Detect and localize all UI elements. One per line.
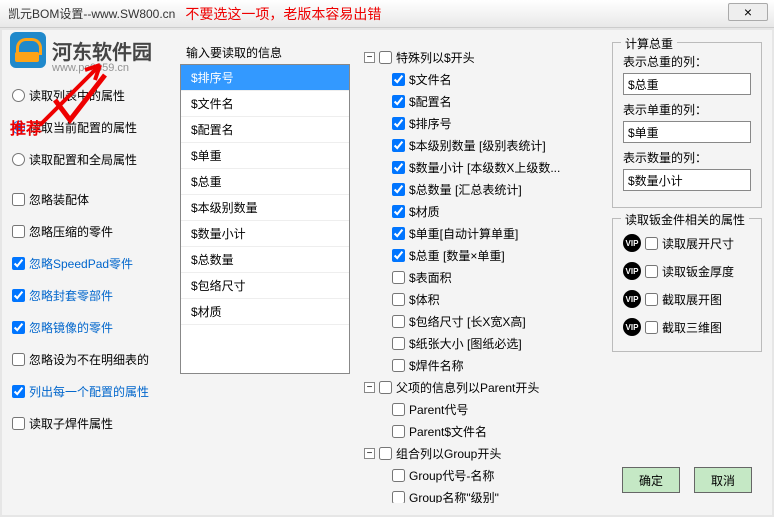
calc-weight-group: 计算总重 表示总重的列： 表示单重的列： 表示数量的列：: [612, 42, 762, 208]
check-ignore-excluded[interactable]: 忽略设为不在明细表的: [12, 344, 172, 374]
check-ignore-assembly[interactable]: 忽略装配体: [12, 184, 172, 214]
vip-option[interactable]: VIP截取三维图: [623, 313, 751, 341]
column-tree[interactable]: −特殊列以$开头 $文件名 $配置名 $排序号 $本级别数量 [级别表统计] $…: [364, 42, 600, 503]
radio-read-global[interactable]: 读取配置和全局属性: [12, 144, 172, 174]
vip-option[interactable]: VIP读取钣金厚度: [623, 257, 751, 285]
list-item[interactable]: $总重: [181, 169, 349, 195]
warning-text: 不要选这一项，老版本容易出错: [185, 4, 381, 24]
radio-read-list[interactable]: 读取列表中的属性: [12, 80, 172, 110]
vip-icon: VIP: [623, 262, 641, 280]
list-item[interactable]: $包络尺寸: [181, 273, 349, 299]
watermark: 河东软件园 www.pc0359.cn: [10, 32, 152, 68]
check-read-weldment[interactable]: 读取子焊件属性: [12, 408, 172, 438]
logo-icon: [10, 32, 46, 68]
field-listbox[interactable]: $排序号 $文件名 $配置名 $单重 $总重 $本级别数量 $数量小计 $总数量…: [180, 64, 350, 374]
close-button[interactable]: ×: [728, 3, 768, 21]
list-item[interactable]: $本级别数量: [181, 195, 349, 221]
tree-toggle-icon[interactable]: −: [364, 382, 375, 393]
check-ignore-envelope[interactable]: 忽略封套零部件: [12, 280, 172, 310]
tree-toggle-icon[interactable]: −: [364, 52, 375, 63]
watermark-url: www.pc0359.cn: [52, 62, 129, 74]
vip-option[interactable]: VIP截取展开图: [623, 285, 751, 313]
watermark-name: 河东软件园: [52, 36, 152, 65]
total-weight-label: 表示总重的列：: [623, 53, 751, 70]
vip-icon: VIP: [623, 290, 641, 308]
check-ignore-mirror[interactable]: 忽略镜像的零件: [12, 312, 172, 342]
options-column: 读取列表中的属性 读取当前配置的属性 读取配置和全局属性 忽略装配体 忽略压缩的…: [12, 42, 172, 503]
check-ignore-speedpad[interactable]: 忽略SpeedPad零件: [12, 248, 172, 278]
sheetmetal-group: 读取钣金件相关的属性 VIP读取展开尺寸 VIP读取钣金厚度 VIP截取展开图 …: [612, 218, 762, 352]
tree-toggle-icon[interactable]: −: [364, 448, 375, 459]
group-title: 计算总重: [621, 35, 677, 52]
check-ignore-suppressed[interactable]: 忽略压缩的零件: [12, 216, 172, 246]
total-weight-input[interactable]: [623, 73, 751, 95]
list-item[interactable]: $材质: [181, 299, 349, 325]
unit-weight-label: 表示单重的列：: [623, 101, 751, 118]
list-item[interactable]: $数量小计: [181, 221, 349, 247]
input-list-column: 输入要读取的信息 $排序号 $文件名 $配置名 $单重 $总重 $本级别数量 $…: [180, 42, 350, 503]
list-item[interactable]: $单重: [181, 143, 349, 169]
check-list-all-config[interactable]: 列出每一个配置的属性: [12, 376, 172, 406]
vip-option[interactable]: VIP读取展开尺寸: [623, 229, 751, 257]
unit-weight-input[interactable]: [623, 121, 751, 143]
recommend-label: 推荐: [10, 115, 42, 139]
cancel-button[interactable]: 取消: [694, 467, 752, 493]
group-title: 读取钣金件相关的属性: [621, 211, 749, 228]
window-title: 凯元BOM设置--www.SW800.cn: [8, 5, 175, 22]
titlebar: 凯元BOM设置--www.SW800.cn 不要选这一项，老版本容易出错 ×: [0, 0, 774, 28]
vip-icon: VIP: [623, 318, 641, 336]
list-item[interactable]: $排序号: [181, 65, 349, 91]
ok-button[interactable]: 确定: [622, 467, 680, 493]
vip-icon: VIP: [623, 234, 641, 252]
list-item[interactable]: $配置名: [181, 117, 349, 143]
qty-label: 表示数量的列：: [623, 149, 751, 166]
qty-input[interactable]: [623, 169, 751, 191]
list-header: 输入要读取的信息: [180, 42, 350, 64]
list-item[interactable]: $文件名: [181, 91, 349, 117]
list-item[interactable]: $总数量: [181, 247, 349, 273]
